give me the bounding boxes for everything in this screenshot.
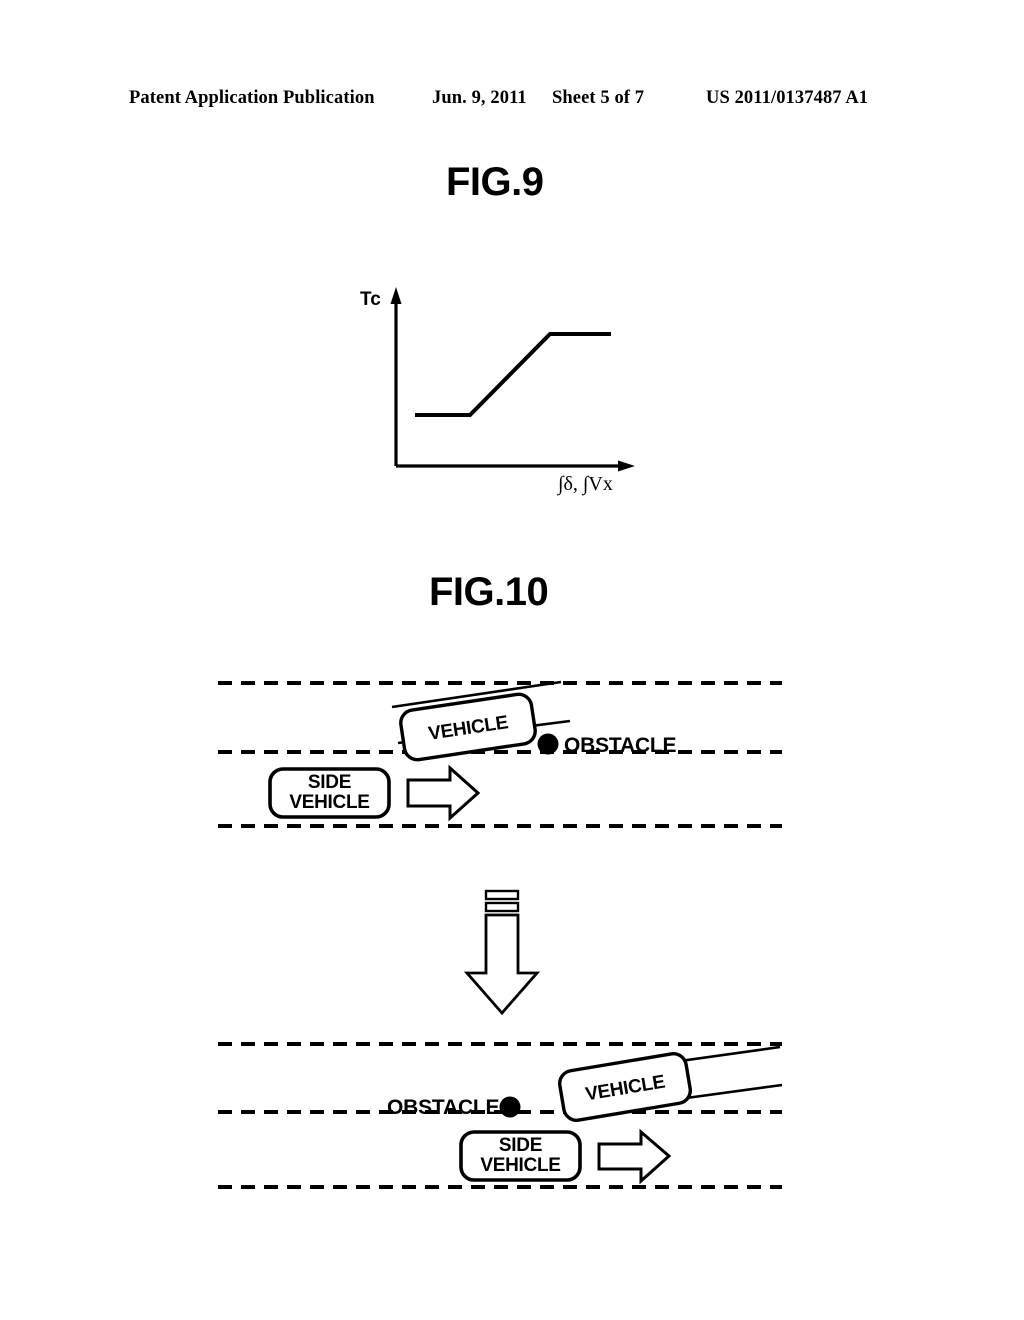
chart-y-axis-label: Tc: [360, 289, 381, 310]
figure-10-title: FIG.10: [429, 570, 549, 614]
header-document-number: US 2011/0137487 A1: [706, 88, 869, 108]
transition-down-arrow: [463, 889, 541, 1016]
side-vehicle-label-line1: SIDE: [308, 772, 351, 793]
header-publication-label: Patent Application Publication: [129, 88, 375, 108]
figure-10-diagram: VEHICLE OBSTACLE SIDE VEHICLE OBSTACLE V…: [218, 680, 783, 1189]
chart-data-curve: [415, 332, 611, 417]
obstacle-dot: [499, 1096, 521, 1118]
obstacle-label: OBSTACLE: [564, 734, 677, 757]
obstacle-dot: [537, 733, 559, 755]
bottom-scene: OBSTACLE VEHICLE SIDE VEHICLE: [218, 1042, 783, 1189]
figure-9-title: FIG.9: [446, 160, 544, 204]
vehicle-box: VEHICLE: [558, 1052, 692, 1122]
obstacle-label: OBSTACLE: [387, 1096, 500, 1119]
chart-y-axis: [390, 287, 402, 466]
chart-x-axis: [396, 460, 635, 472]
side-vehicle-label-line1: SIDE: [499, 1135, 542, 1156]
side-vehicle-label-line2: VEHICLE: [480, 1155, 560, 1176]
chart-x-axis-label: ∫δ, ∫Vx: [556, 473, 613, 496]
header-sheet-label: Sheet 5 of 7: [552, 88, 645, 108]
side-vehicle-box: SIDE VEHICLE: [459, 1130, 582, 1182]
header-date-label: Jun. 9, 2011: [432, 88, 527, 108]
page-header: Patent Application Publication Jun. 9, 2…: [0, 88, 1024, 114]
side-vehicle-box: SIDE VEHICLE: [268, 767, 391, 819]
side-vehicle-direction-arrow: [406, 764, 481, 822]
figure-9-chart: Tc ∫δ, ∫Vx: [360, 287, 635, 496]
side-vehicle-label-line2: VEHICLE: [289, 792, 369, 813]
side-vehicle-direction-arrow: [597, 1128, 672, 1185]
top-scene: VEHICLE OBSTACLE SIDE VEHICLE: [218, 680, 782, 828]
